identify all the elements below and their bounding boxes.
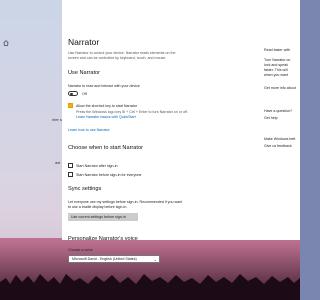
page-description-line1: Use Narrator to control your device. Nar… [68, 51, 176, 55]
start-narrator-heading: Choose when to start Narrator [68, 145, 143, 151]
narrator-toggle-state: Off [82, 91, 87, 96]
voice-select-value: Microsoft David - English (United States… [72, 257, 137, 261]
shortcut-key-label: Allow the shortcut key to start Narrator [76, 103, 138, 108]
sync-description-line1: Let everyone use my settings before sign… [68, 200, 183, 204]
start-before-signin-checkbox[interactable] [68, 172, 73, 177]
right-panel-heading: Read faster with [264, 48, 290, 52]
tree-silhouette [0, 274, 300, 300]
narrator-toggle[interactable] [68, 91, 78, 96]
personalize-voice-heading: Personalize Narrator's voice [68, 236, 138, 242]
chevron-down-icon: ⌄ [153, 257, 157, 262]
quickstart-link[interactable]: Learn Narrator basics with QuickStart [76, 115, 136, 119]
settings-sidebar: nter size ast [0, 0, 67, 238]
right-panel-line3: faster. This will [264, 68, 288, 72]
get-more-info-link[interactable]: Get more info about [264, 86, 296, 90]
use-narrator-heading: Use Narrator [68, 70, 101, 76]
sync-settings-heading: Sync settings [68, 186, 102, 192]
sync-description-line2: to use a braille display before sign-in. [68, 205, 128, 209]
narrator-toggle-label: Narrator to read and interact with your … [68, 84, 140, 88]
right-panel-line2: lock and speak [264, 63, 288, 67]
have-a-question-heading: Have a question? [264, 109, 292, 113]
start-after-signin-label: Start Narrator after sign-in [76, 163, 118, 168]
sidebar-item-contrast[interactable]: ast [55, 160, 60, 165]
right-panel-line1: Turn Narrator on [264, 58, 291, 62]
shortcut-key-description: Press the Windows logo key ⊞ + Ctrl + En… [76, 110, 189, 114]
use-current-settings-button[interactable]: Use current settings before sign-in [68, 213, 138, 221]
choose-voice-label: Choose a voice [68, 248, 93, 252]
settings-main-pane [62, 0, 300, 240]
start-before-signin-label: Start Narrator before sign-in for everyo… [76, 172, 142, 177]
home-icon[interactable] [3, 40, 9, 46]
start-after-signin-checkbox[interactable] [68, 163, 73, 168]
give-feedback-link[interactable]: Give us feedback [264, 144, 292, 148]
page-description-line2: screen and can be controlled by keyboard… [68, 56, 167, 60]
shortcut-key-checkbox[interactable]: ✓ [68, 103, 73, 108]
get-help-link[interactable]: Get help [264, 116, 278, 120]
make-windows-better-heading: Make Windows bett [264, 137, 296, 141]
voice-select[interactable]: Microsoft David - English (United States… [68, 255, 160, 263]
page-title: Narrator [68, 37, 100, 47]
learn-narrator-link[interactable]: Learn how to use Narrator [68, 128, 110, 132]
right-panel-line4: when you want [264, 73, 288, 77]
